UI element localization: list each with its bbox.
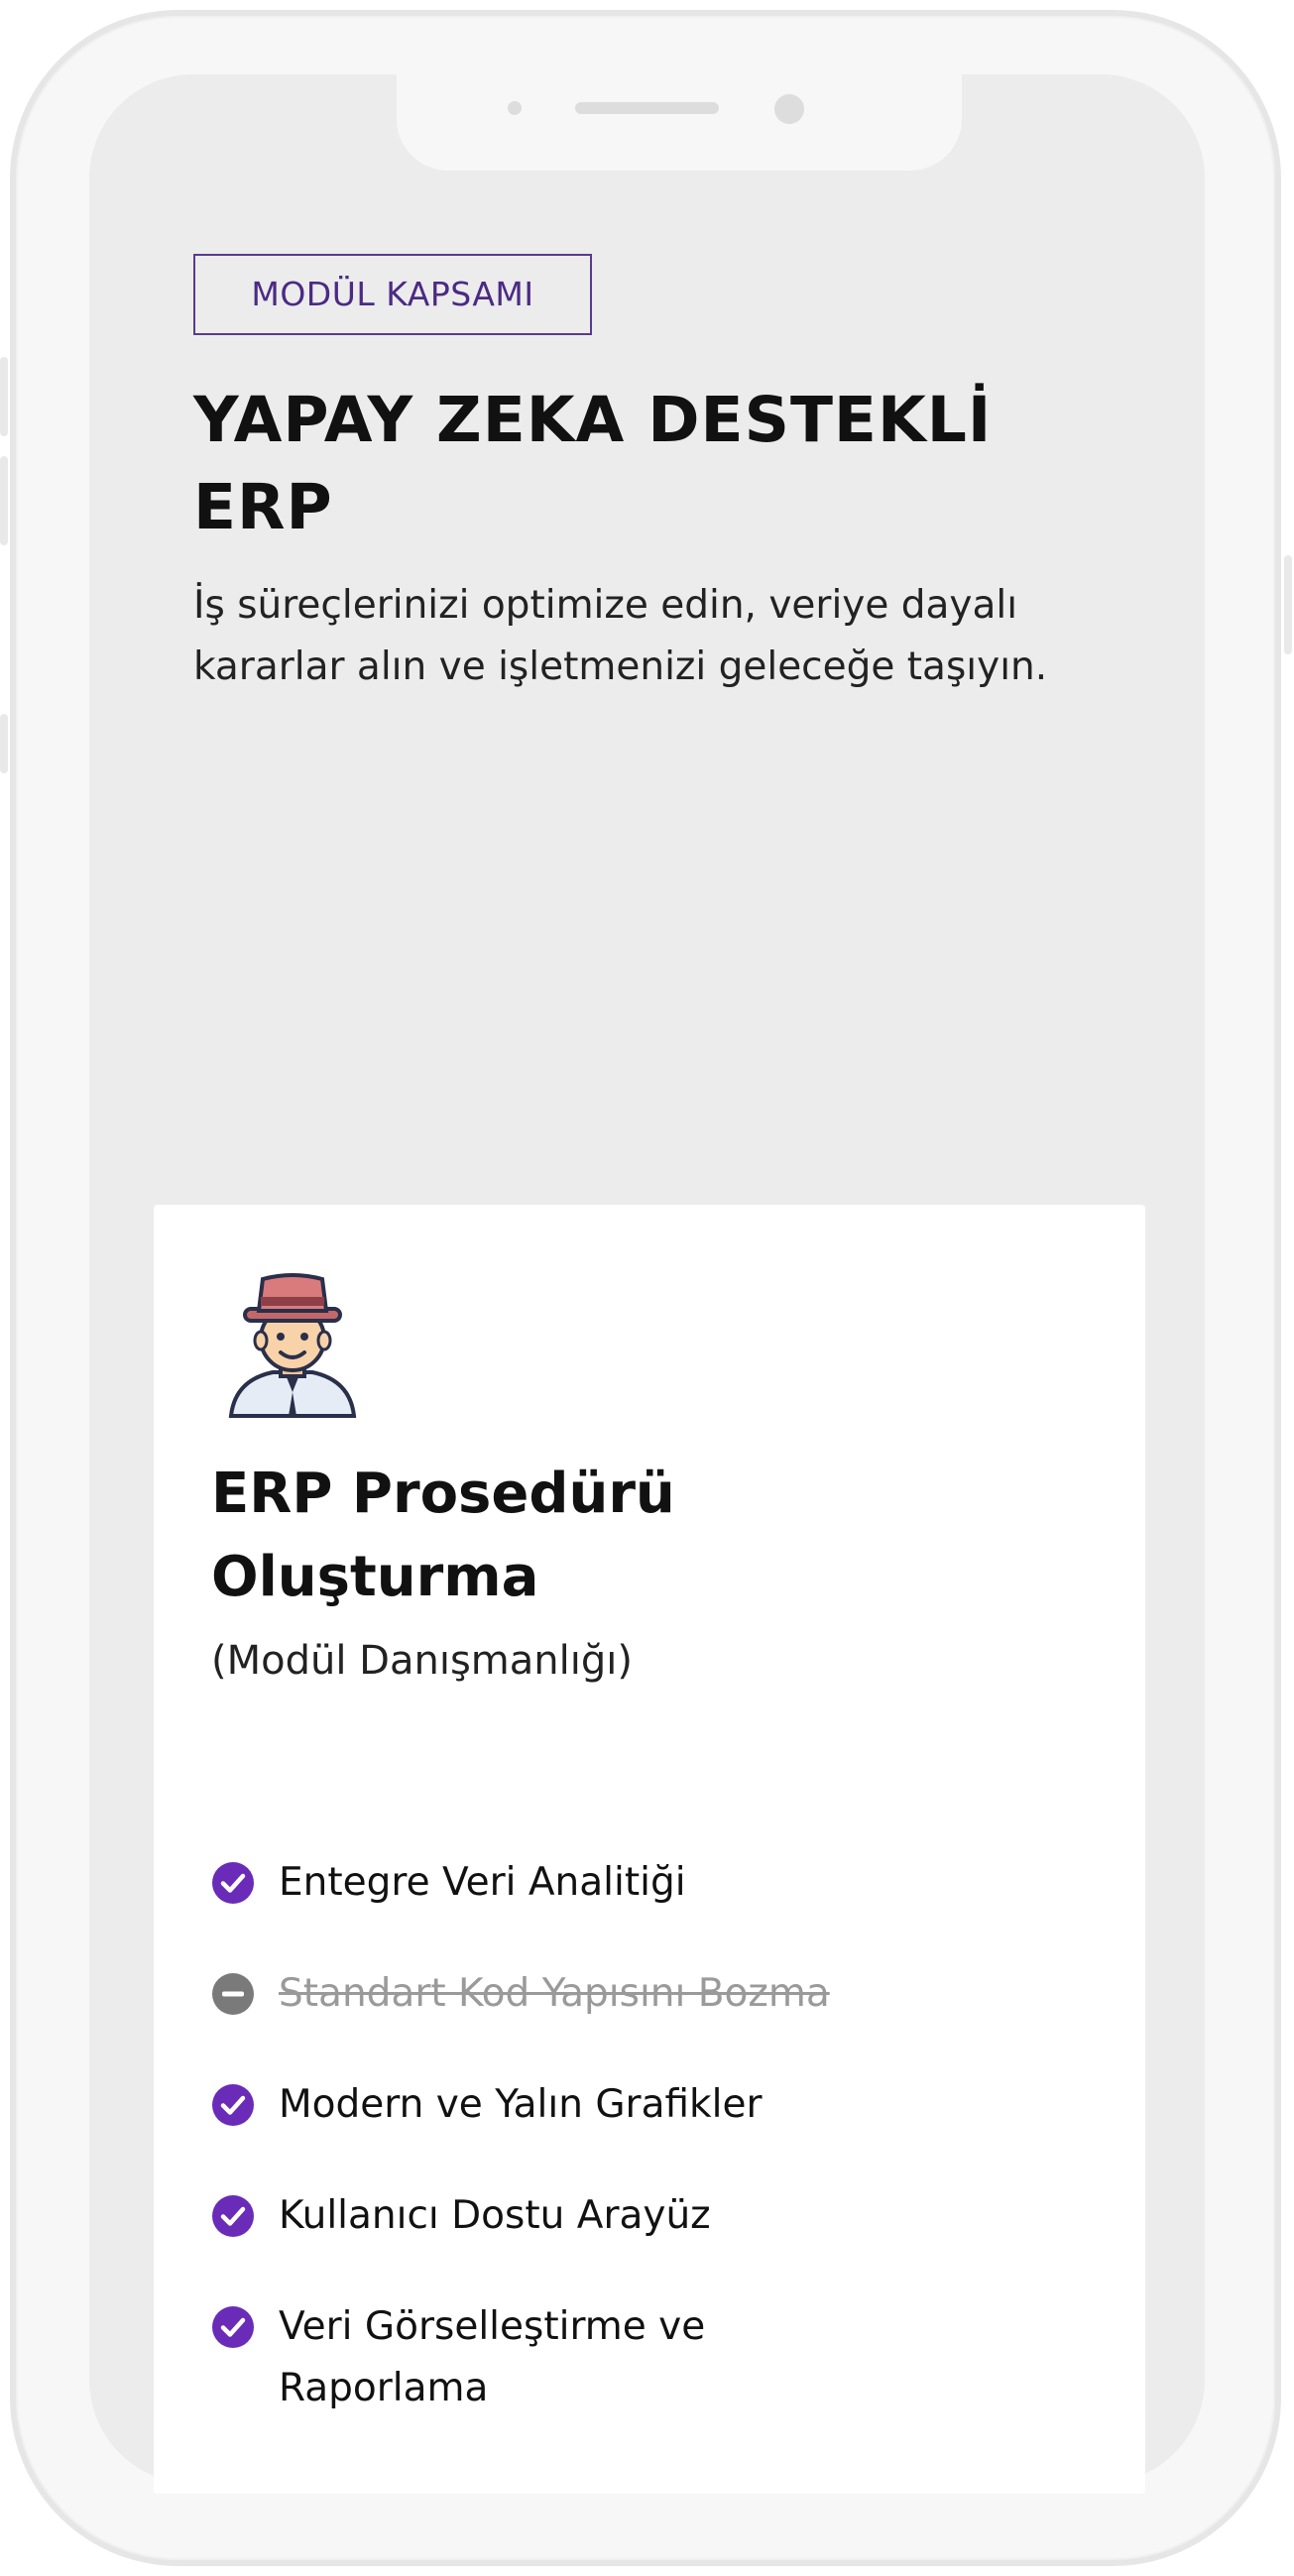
- sensor-dot: [508, 101, 522, 115]
- feature-label: Modern ve Yalın Grafikler: [279, 2082, 763, 2127]
- hero-title: YAPAY ZEKA DESTEKLİ ERP: [193, 377, 1086, 551]
- feature-label: Veri Görselleştirme ve Raporlama: [279, 2304, 706, 2410]
- section-badge: MODÜL KAPSAMI: [193, 254, 592, 335]
- check-circle-icon: [212, 1862, 254, 1904]
- camera-dot: [774, 94, 804, 124]
- feature-item: Veri Görselleştirme ve Raporlama: [211, 2296, 866, 2419]
- phone-side-button: [1284, 555, 1292, 654]
- phone-speaker: [575, 102, 719, 114]
- check-circle-icon: [212, 2084, 254, 2126]
- feature-item: Modern ve Yalın Grafikler: [211, 2074, 1024, 2136]
- feature-label: Standart Kod Yapısını Bozma: [279, 1971, 830, 2016]
- card-subtitle: (Modül Danışmanlığı): [211, 1638, 633, 1684]
- phone-side-button: [0, 357, 8, 436]
- card-title-line2: Oluşturma: [211, 1545, 539, 1609]
- check-circle-icon: [212, 2306, 254, 2348]
- feature-label: Entegre Veri Analitiği: [279, 1860, 686, 1905]
- card-title-line1: ERP Prosedürü: [211, 1462, 675, 1526]
- card-title: ERP Prosedürü Oluşturma: [211, 1453, 1004, 1619]
- feature-item: Entegre Veri Analitiği: [211, 1852, 1024, 1914]
- feature-label: Kullanıcı Dostu Arayüz: [279, 2193, 711, 2238]
- feature-item-excluded: Standart Kod Yapısını Bozma: [211, 1963, 1024, 2025]
- phone-side-button: [0, 714, 8, 773]
- hero-title-line1: YAPAY ZEKA DESTEKLİ: [193, 384, 993, 456]
- check-circle-icon: [212, 2195, 254, 2237]
- phone-side-button: [0, 456, 8, 545]
- minus-circle-icon: [212, 1973, 254, 2015]
- feature-item: Kullanıcı Dostu Arayüz: [211, 2185, 1024, 2247]
- hero-description: İş süreçlerinizi optimize edin, veriye d…: [193, 583, 1048, 689]
- hero-title-line2: ERP: [193, 471, 333, 543]
- phone-notch: [397, 74, 962, 171]
- consultant-avatar-icon: [228, 1273, 357, 1418]
